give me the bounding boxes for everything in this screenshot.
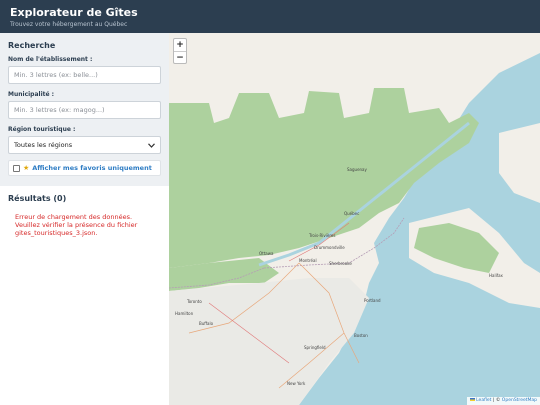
place-montreal: Montréal bbox=[299, 258, 317, 263]
chevron-down-icon bbox=[148, 142, 155, 148]
zoom-control: + − bbox=[173, 38, 187, 64]
place-saguenay: Saguenay bbox=[347, 167, 367, 172]
attribution-separator: | bbox=[492, 398, 495, 403]
zoom-out-button[interactable]: − bbox=[174, 51, 186, 63]
place-new-york: New York bbox=[287, 381, 306, 386]
region-selected-value: Toutes les régions bbox=[14, 141, 73, 149]
map-view[interactable]: Saguenay Québec Trois-Rivières Drummondv… bbox=[169, 33, 540, 405]
results-title: Résultats (0) bbox=[8, 194, 67, 203]
farmland-south bbox=[169, 278, 369, 405]
place-ottawa: Ottawa bbox=[259, 251, 274, 256]
region-select[interactable]: Toutes les régions bbox=[8, 136, 161, 154]
favorites-toggle[interactable]: ★ Afficher mes favoris uniquement bbox=[8, 160, 161, 176]
star-icon: ★ bbox=[23, 163, 30, 172]
city-search-input[interactable] bbox=[8, 101, 161, 119]
sidebar: Recherche Nom de l'établissement : Munic… bbox=[0, 33, 169, 405]
place-buffalo: Buffalo bbox=[199, 321, 214, 326]
place-trois-rivieres: Trois-Rivières bbox=[309, 233, 336, 238]
leaflet-link[interactable]: Leaflet bbox=[476, 398, 491, 403]
zoom-in-button[interactable]: + bbox=[174, 39, 186, 51]
app-subtitle: Trouvez votre hébergement au Québec bbox=[10, 21, 128, 28]
app-title: Explorateur de Gîtes bbox=[10, 6, 138, 19]
place-hamilton: Hamilton bbox=[175, 311, 194, 316]
place-halifax: Halifax bbox=[489, 273, 503, 278]
osm-link[interactable]: OpenStreetMap bbox=[502, 398, 537, 403]
map-attribution: Leaflet | © OpenStreetMap bbox=[467, 397, 540, 405]
search-title: Recherche bbox=[8, 41, 56, 50]
name-label: Nom de l'établissement : bbox=[8, 56, 93, 63]
city-label: Municipalité : bbox=[8, 91, 55, 98]
ukraine-flag-icon bbox=[470, 398, 476, 401]
place-sherbrooke: Sherbrooke bbox=[329, 261, 352, 266]
favorites-label: Afficher mes favoris uniquement bbox=[32, 164, 152, 172]
search-panel: Recherche Nom de l'établissement : Munic… bbox=[0, 33, 169, 186]
favorites-checkbox[interactable] bbox=[13, 164, 20, 172]
place-drummondville: Drummondville bbox=[314, 245, 345, 250]
place-portland: Portland bbox=[364, 298, 381, 303]
region-label: Région touristique : bbox=[8, 126, 76, 133]
error-message: Erreur de chargement des données. Veuill… bbox=[15, 213, 138, 237]
map-tiles bbox=[169, 33, 540, 405]
app-header: Explorateur de Gîtes Trouvez votre héber… bbox=[0, 0, 540, 33]
copyright-icon: © bbox=[495, 398, 501, 403]
place-springfield: Springfield bbox=[304, 345, 326, 350]
results-panel: Résultats (0) Erreur de chargement des d… bbox=[0, 186, 169, 245]
land-east bbox=[499, 123, 540, 203]
name-search-input[interactable] bbox=[8, 66, 161, 84]
place-boston: Boston bbox=[354, 333, 368, 338]
place-toronto: Toronto bbox=[187, 299, 202, 304]
place-quebec: Québec bbox=[344, 211, 360, 216]
